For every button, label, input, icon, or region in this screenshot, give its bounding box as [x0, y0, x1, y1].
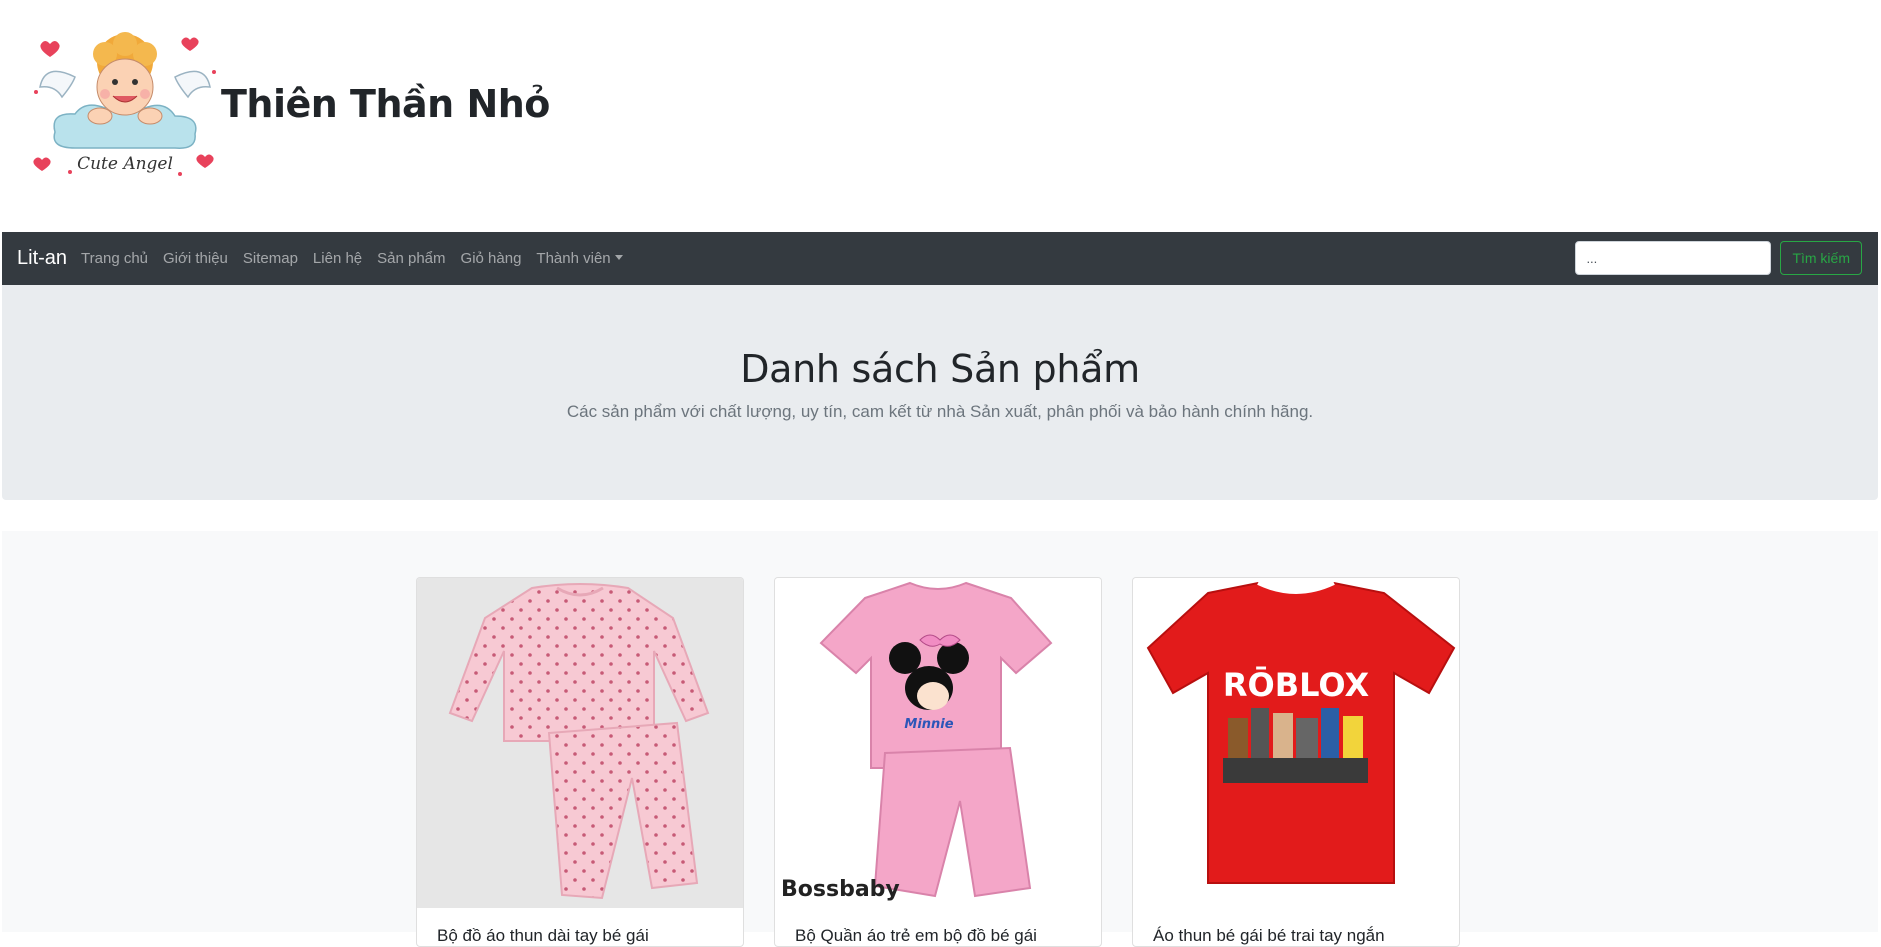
page-title: Danh sách Sản phẩm	[740, 347, 1140, 391]
main-navbar: Lit-an Trang chủ Giới thiệu Sitemap Liên…	[2, 232, 1878, 285]
product-list: Bộ đồ áo thun dài tay bé gái Minnie Boss…	[2, 531, 1878, 947]
logo-text: Cute Angel	[77, 154, 173, 174]
product-title[interactable]: Bộ Quần áo trẻ em bộ đồ bé gái	[795, 926, 1085, 946]
nav-sitemap[interactable]: Sitemap	[243, 250, 298, 267]
product-title[interactable]: Bộ đồ áo thun dài tay bé gái	[437, 926, 727, 946]
nav-cart[interactable]: Giỏ hàng	[461, 250, 522, 267]
page-lead: Các sản phẩm với chất lượng, uy tín, cam…	[566, 402, 1314, 421]
cupid-logo-icon: Cute Angel	[33, 32, 216, 176]
search-form: Tìm kiếm	[1575, 241, 1862, 275]
nav-contact[interactable]: Liên hệ	[313, 250, 362, 267]
product-card[interactable]: Minnie Bossbaby Bộ Quần áo trẻ em bộ đồ …	[774, 577, 1102, 947]
member-dropdown-label: Thành viên	[536, 250, 611, 267]
nav-products[interactable]: Sản phẩm	[377, 250, 445, 267]
nav-links: Trang chủ Giới thiệu Sitemap Liên hệ Sản…	[81, 250, 638, 267]
product-title[interactable]: Áo thun bé gái bé trai tay ngắn	[1153, 926, 1443, 946]
search-input[interactable]	[1575, 241, 1772, 275]
nav-member-dropdown[interactable]: Thành viên	[536, 250, 623, 267]
cute-angel-logo[interactable]: Cute Angel	[30, 32, 220, 182]
minnie-outfit-image[interactable]: Minnie Bossbaby	[775, 578, 1101, 908]
jumbotron: Danh sách Sản phẩm Các sản phẩm với chất…	[2, 285, 1878, 500]
product-card[interactable]: Bộ đồ áo thun dài tay bé gái	[416, 577, 744, 947]
roblox-logo-text: RŌBLOX	[1223, 666, 1370, 704]
svg-text:Minnie: Minnie	[904, 717, 953, 732]
navbar-brand[interactable]: Lit-an	[17, 247, 67, 270]
nav-about[interactable]: Giới thiệu	[163, 250, 228, 267]
product-card[interactable]: RŌBLOX Áo thun bé gái bé trai tay ngắn	[1132, 577, 1460, 947]
site-header: Cute Angel Thiên Thần Nhỏ	[0, 0, 1881, 232]
caret-down-icon	[614, 255, 623, 260]
search-button[interactable]: Tìm kiếm	[1780, 241, 1862, 275]
roblox-tshirt-image[interactable]: RŌBLOX	[1133, 578, 1459, 908]
bossbaby-watermark: Bossbaby	[781, 877, 900, 902]
pink-pajamas-image[interactable]	[417, 578, 743, 908]
nav-home[interactable]: Trang chủ	[81, 250, 148, 267]
site-title: Thiên Thần Nhỏ	[221, 82, 550, 126]
